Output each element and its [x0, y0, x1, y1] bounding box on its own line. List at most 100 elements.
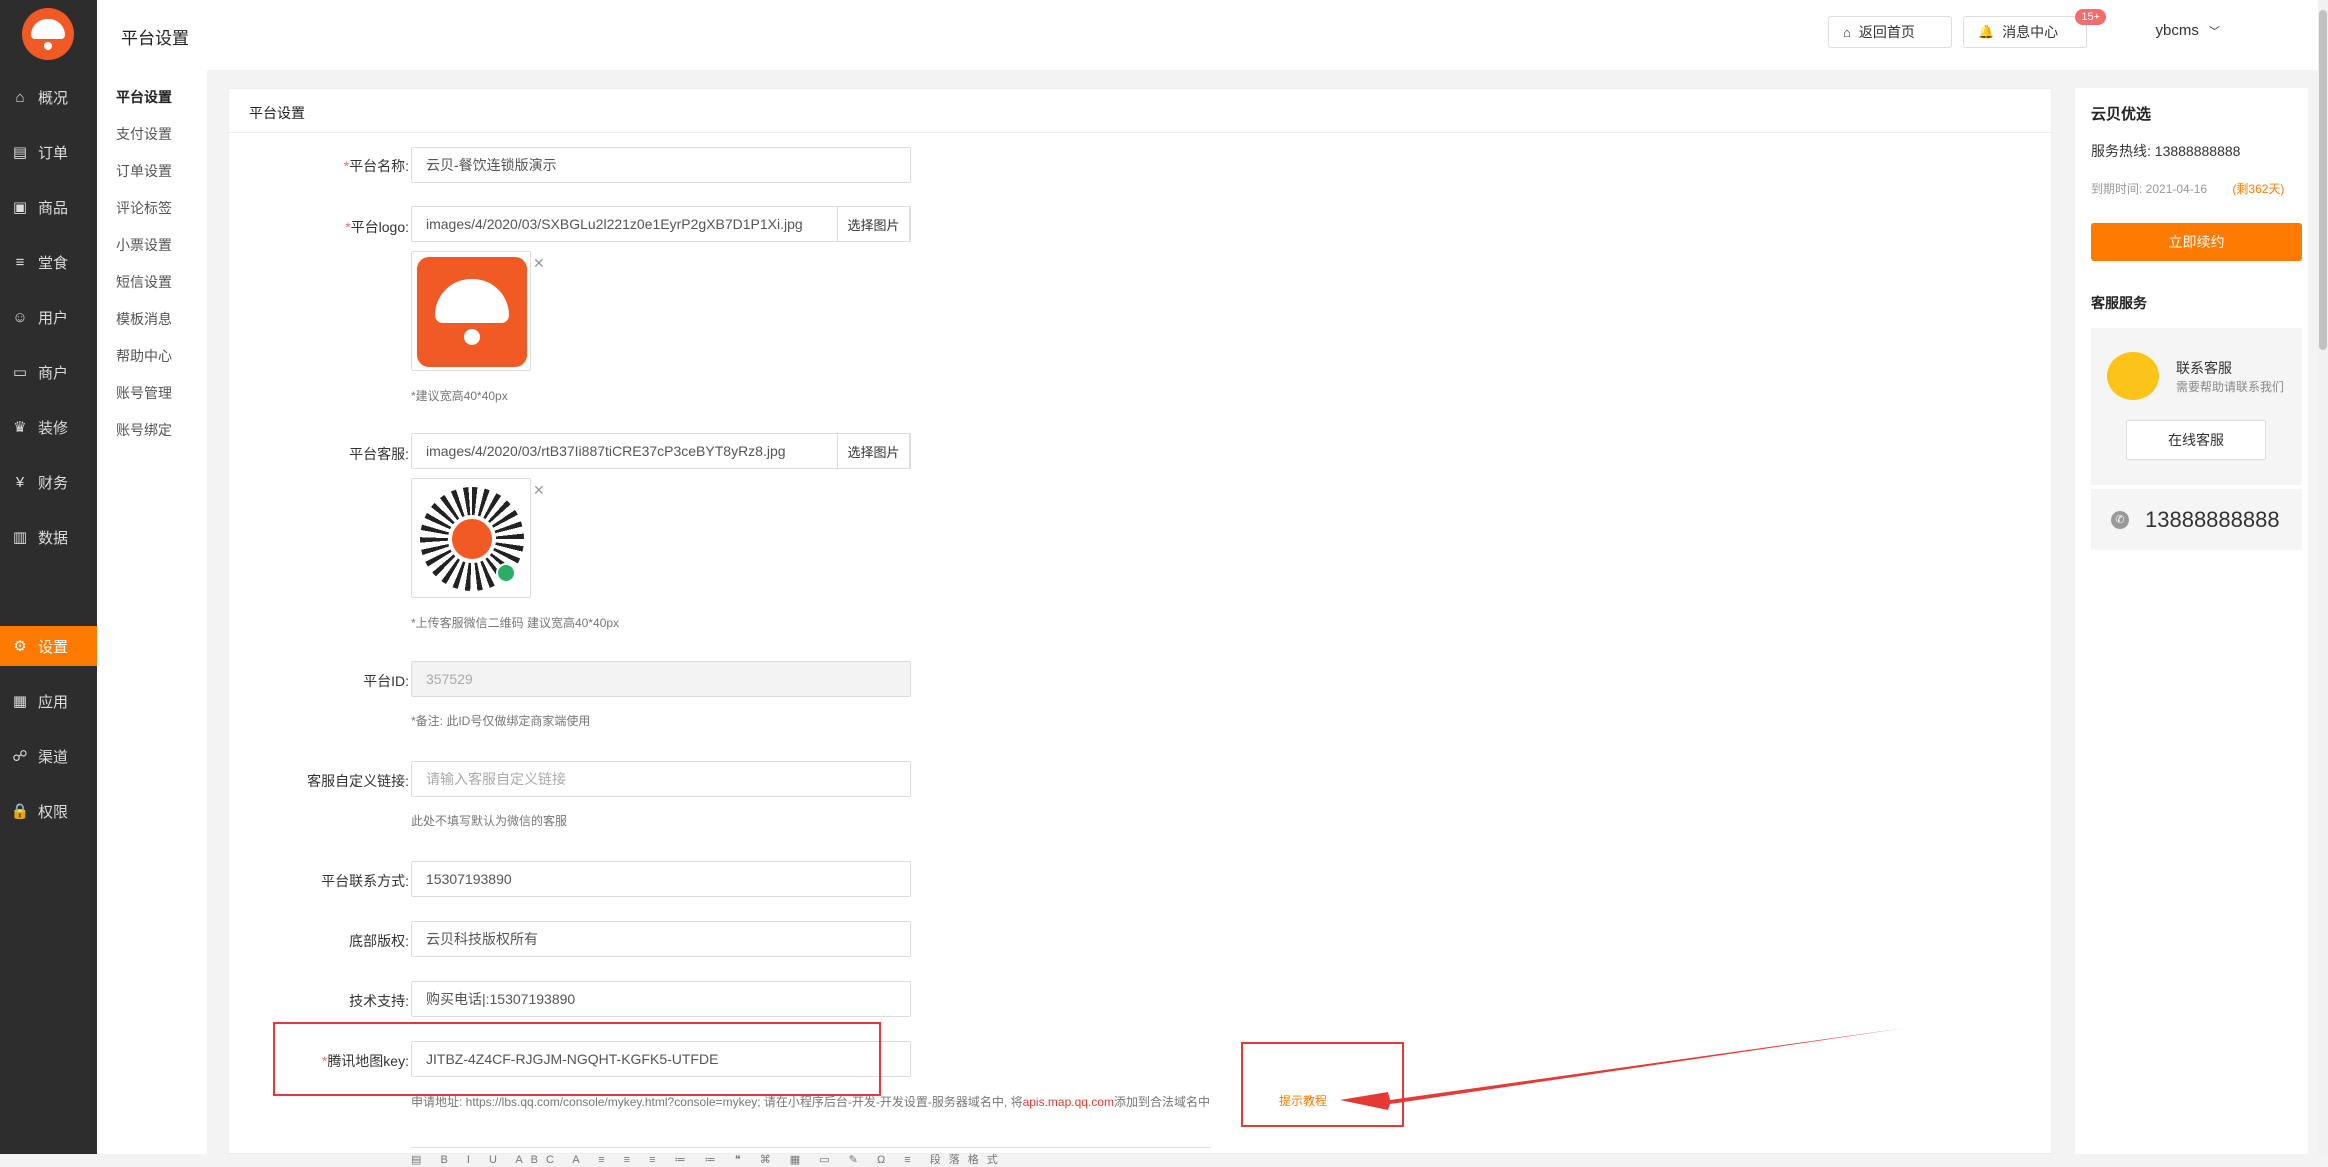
- platform-name-input[interactable]: 云贝-餐饮连锁版演示: [411, 147, 911, 183]
- apps-icon: ▦: [12, 693, 28, 710]
- top-header: 平台设置 ⌂ 返回首页 🔔 消息中心 15+ ybcms ﹀: [97, 0, 2328, 70]
- submenu-item-9[interactable]: 账号绑定: [116, 420, 172, 440]
- decor-icon: ♛: [13, 419, 27, 436]
- nav-label: 堂食: [38, 254, 69, 272]
- editor-toolbar[interactable]: ▤ B I U ABC A ≡ ≡ ≡ ≔ ≔ ❝ ⌘ ▦ ▭ ✎ Ω ≡ 段落…: [411, 1147, 1211, 1167]
- lock-icon: 🔒: [10, 803, 30, 820]
- message-center-button[interactable]: 🔔 消息中心 15+: [1963, 9, 2106, 48]
- right-info-panel: 云贝优选 服务热线: 13888888888 到期时间: 2021-04-16 …: [2075, 88, 2308, 1154]
- annotation-arrow: [1340, 1028, 1905, 1110]
- service-path: images/4/2020/03/rtB37Ii887tiCRE37cP3ceB…: [426, 443, 786, 459]
- user-menu[interactable]: ybcms ﹀: [2155, 22, 2220, 39]
- nav-label: 权限: [38, 803, 69, 821]
- qr-code-preview: [411, 478, 531, 598]
- annotation-box-mapkey: [273, 1022, 881, 1096]
- nav-label: 设置: [38, 638, 69, 656]
- goods-icon: ▣: [12, 199, 28, 216]
- nav-label: 订单: [38, 144, 69, 162]
- nav-item-3[interactable]: ≡ 堂食: [0, 242, 97, 282]
- contact-service-name: 联系客服: [2176, 360, 2232, 376]
- back-home-button[interactable]: ⌂ 返回首页: [1828, 16, 1952, 48]
- channel-icon: ☍: [12, 748, 28, 765]
- logo-hint: *建议宽高40*40px: [411, 389, 508, 403]
- message-count-badge: 15+: [2075, 9, 2106, 25]
- nav-item-4[interactable]: ☺ 用户: [0, 297, 97, 337]
- contact-input[interactable]: 15307193890: [411, 861, 911, 897]
- nav-item-7[interactable]: ¥ 财务: [0, 462, 97, 502]
- nav-item-1[interactable]: ▤ 订单: [0, 132, 97, 172]
- settings-icon: ⚙: [13, 638, 27, 655]
- service-section-title: 客服服务: [2091, 295, 2147, 311]
- platform-id-input: 357529: [411, 661, 911, 697]
- customer-service-box: 联系客服 需要帮助请联系我们 在线客服: [2091, 328, 2302, 488]
- nav-label: 财务: [38, 474, 69, 492]
- page-title: 平台设置: [121, 29, 189, 48]
- nav-item-10[interactable]: ▦ 应用: [0, 681, 97, 721]
- platform-service-label: 平台客服:: [349, 446, 409, 462]
- submenu-item-5[interactable]: 短信设置: [116, 272, 172, 292]
- nav-item-6[interactable]: ♛ 装修: [0, 407, 97, 447]
- nav-item-8[interactable]: ▥ 数据: [0, 517, 97, 557]
- nav-item-9[interactable]: ⚙ 设置: [0, 626, 97, 666]
- submenu-item-2[interactable]: 订单设置: [116, 161, 172, 181]
- submenu-item-0[interactable]: 平台设置: [116, 87, 172, 107]
- nav-item-2[interactable]: ▣ 商品: [0, 187, 97, 227]
- main-sidebar: ⌂ 概况 ▤ 订单 ▣ 商品 ≡ 堂食 ☺ 用户 ▭ 商户 ♛ 装修 ¥ 财务 ▥ 数据 ⚙ 设置 ▦ 应用 ☍ 渠道 🔒 权限: [0, 0, 97, 1154]
- support-label: 技术支持:: [349, 993, 409, 1009]
- order-icon: ▤: [12, 144, 28, 161]
- service-hotline: 服务热线: 13888888888: [2091, 143, 2241, 159]
- submenu-item-4[interactable]: 小票设置: [116, 235, 172, 255]
- nav-label: 用户: [38, 309, 69, 327]
- home-icon: ⌂: [15, 88, 25, 106]
- remove-logo-icon[interactable]: ✕: [533, 255, 545, 272]
- platform-service-input[interactable]: images/4/2020/03/rtB37Ii887tiCRE37cP3ceB…: [411, 433, 911, 469]
- nav-label: 装修: [38, 419, 69, 437]
- service-phone: 13888888888: [2145, 507, 2280, 532]
- submenu-item-7[interactable]: 帮助中心: [116, 346, 172, 366]
- map-domain: apis.map.qq.com: [1022, 1095, 1114, 1109]
- nav-label: 应用: [38, 693, 69, 711]
- nav-label: 渠道: [38, 748, 69, 766]
- submenu-item-8[interactable]: 账号管理: [116, 383, 172, 403]
- home-icon: ⌂: [1843, 24, 1851, 40]
- nav-item-12[interactable]: 🔒 权限: [0, 791, 97, 831]
- message-center-label: 消息中心: [2002, 24, 2059, 40]
- back-home-label: 返回首页: [1858, 24, 1915, 40]
- contact-service-desc: 需要帮助请联系我们: [2176, 380, 2285, 394]
- online-service-button[interactable]: 在线客服: [2126, 420, 2266, 460]
- card-title: 平台设置: [229, 89, 2051, 133]
- service-pick-button[interactable]: 选择图片: [837, 433, 910, 469]
- logo-path: images/4/2020/03/SXBGLu2l221z0e1EyrP2gXB…: [426, 216, 803, 232]
- logo-pick-button[interactable]: 选择图片: [837, 206, 910, 242]
- support-input[interactable]: 购买电话|:15307193890: [411, 981, 911, 1017]
- platform-logo-input[interactable]: images/4/2020/03/SXBGLu2l221z0e1EyrP2gXB…: [411, 206, 911, 242]
- contact-label: 平台联系方式:: [321, 873, 409, 889]
- username: ybcms: [2155, 22, 2199, 39]
- platform-name-label: *平台名称:: [343, 158, 409, 174]
- nav-item-5[interactable]: ▭ 商户: [0, 352, 97, 392]
- submenu-item-6[interactable]: 模板消息: [116, 309, 172, 329]
- nav-item-0[interactable]: ⌂ 概况: [0, 77, 97, 117]
- custom-link-input[interactable]: 请输入客服自定义链接: [411, 761, 911, 797]
- nav-label: 概况: [38, 89, 69, 107]
- remove-qr-icon[interactable]: ✕: [533, 482, 545, 499]
- page-scrollbar[interactable]: [2318, 0, 2328, 1154]
- brand-logo[interactable]: [22, 8, 74, 60]
- nav-label: 商户: [38, 364, 69, 382]
- service-hint: *上传客服微信二维码 建议宽高40*40px: [411, 616, 620, 630]
- finance-icon: ¥: [15, 473, 25, 491]
- nav-item-11[interactable]: ☍ 渠道: [0, 736, 97, 776]
- shop-name: 云贝优选: [2091, 106, 2152, 123]
- nav-label: 商品: [38, 199, 69, 217]
- remaining-days: (剩362天): [2232, 182, 2285, 196]
- custom-link-hint: 此处不填写默认为微信的客服: [411, 814, 568, 828]
- shop-icon: ▭: [12, 364, 28, 381]
- submenu-item-3[interactable]: 评论标签: [116, 198, 172, 218]
- submenu-item-1[interactable]: 支付设置: [116, 124, 172, 144]
- copyright-input[interactable]: 云贝科技版权所有: [411, 921, 911, 957]
- headset-smiley-icon: [2107, 352, 2159, 400]
- custom-link-label: 客服自定义链接:: [307, 773, 409, 789]
- chevron-down-icon: ﹀: [2209, 26, 2220, 38]
- phone-icon: ✆: [2111, 511, 2129, 529]
- renew-button[interactable]: 立即续约: [2091, 223, 2302, 261]
